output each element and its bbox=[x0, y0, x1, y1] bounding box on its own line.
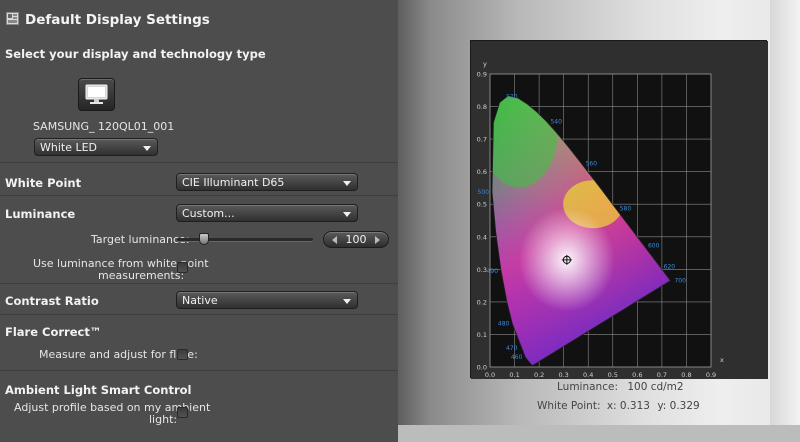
y-tick-label: 0.1 bbox=[477, 331, 487, 339]
chevron-down-icon bbox=[343, 212, 351, 217]
display-settings-icon bbox=[6, 12, 19, 25]
x-tick-label: 0.4 bbox=[583, 371, 593, 379]
y-tick-label: 0.8 bbox=[477, 103, 487, 111]
y-tick-label: 0.6 bbox=[477, 168, 487, 176]
increment-icon[interactable] bbox=[375, 236, 380, 244]
display-select-button[interactable] bbox=[78, 78, 115, 111]
wavelength-label: 490 bbox=[487, 268, 499, 275]
x-axis-label: x bbox=[720, 356, 724, 364]
wavelength-label: 540 bbox=[550, 119, 562, 126]
display-name: SAMSUNG_ bbox=[33, 120, 95, 133]
y-tick-label: 0.5 bbox=[477, 201, 487, 209]
y-tick-label: 0.7 bbox=[477, 136, 487, 144]
chromaticity-chart: 0.0 0.1 0.2 0.3 0.4 0.5 0.6 0.7 0.8 0.9 0.0 0.1 0.2 0… bbox=[470, 40, 768, 379]
x-tick-label: 0.7 bbox=[657, 371, 667, 379]
x-tick-label: 0.6 bbox=[632, 371, 642, 379]
x-tick-label: 0.0 bbox=[485, 371, 495, 379]
flare-measure-label: Measure and adjust for flare: bbox=[39, 348, 198, 361]
x-tick-label: 0.1 bbox=[509, 371, 519, 379]
panel-footer bbox=[398, 425, 800, 442]
ambient-adjust-label-2: light: bbox=[149, 413, 178, 426]
wavelength-label: 700 bbox=[674, 278, 686, 285]
decrement-icon[interactable] bbox=[332, 236, 337, 244]
contrast-label: Contrast Ratio bbox=[5, 294, 99, 308]
x-tick-label: 0.9 bbox=[706, 371, 716, 379]
y-tick-label: 0.2 bbox=[477, 298, 487, 306]
x-tick-label: 0.2 bbox=[534, 371, 544, 379]
x-tick-label: 0.8 bbox=[681, 371, 691, 379]
x-tick-label: 0.3 bbox=[558, 371, 568, 379]
monitor-icon bbox=[85, 84, 108, 104]
wavelength-label: 460 bbox=[511, 354, 523, 361]
divider bbox=[0, 370, 398, 371]
divider bbox=[0, 162, 398, 163]
y-tick-label: 0.0 bbox=[477, 364, 487, 372]
wavelength-label: 600 bbox=[648, 243, 660, 250]
divider bbox=[0, 314, 398, 315]
flare-label: Flare Correct™ bbox=[5, 325, 102, 339]
chart-white-point-y: y: 0.329 bbox=[657, 400, 700, 412]
use-measurements-label-2: measurements: bbox=[98, 269, 185, 282]
y-axis-label: y bbox=[483, 60, 487, 68]
luminance-value: Custom... bbox=[182, 207, 235, 220]
y-tick-label: 0.4 bbox=[477, 233, 487, 241]
luminance-dropdown[interactable]: Custom... bbox=[176, 204, 358, 222]
target-luminance-slider[interactable] bbox=[177, 238, 313, 241]
target-luminance-value: 100 bbox=[345, 233, 367, 246]
divider bbox=[0, 195, 398, 196]
luminance-label: Luminance bbox=[5, 207, 76, 221]
target-luminance-stepper[interactable]: 100 bbox=[323, 231, 389, 248]
white-point-label: White Point bbox=[5, 176, 82, 190]
display-model: 120QL01_001 bbox=[98, 120, 175, 133]
technology-dropdown[interactable]: White LED bbox=[34, 138, 158, 156]
chart-luminance-value: 100 cd/m2 bbox=[627, 381, 684, 393]
white-point-value: CIE Illuminant D65 bbox=[182, 176, 285, 189]
wavelength-label: 520 bbox=[506, 93, 518, 100]
chromaticity-diagram: 0.0 0.1 0.2 0.3 0.4 0.5 0.6 0.7 0.8 0.9 0.0 0.1 0.2 0… bbox=[471, 41, 768, 379]
y-tick-label: 0.9 bbox=[477, 71, 487, 79]
contrast-dropdown[interactable]: Native bbox=[176, 291, 358, 309]
divider bbox=[0, 283, 398, 284]
wavelength-label: 560 bbox=[586, 161, 598, 168]
target-luminance-label: Target luminance: bbox=[91, 233, 190, 246]
x-tick-label: 0.5 bbox=[608, 371, 618, 379]
chart-luminance-label: Luminance: bbox=[557, 381, 618, 393]
wavelength-label: 480 bbox=[498, 321, 510, 328]
panel-edge bbox=[770, 0, 800, 442]
chevron-down-icon bbox=[343, 181, 351, 186]
ambient-label: Ambient Light Smart Control bbox=[5, 383, 192, 397]
wavelength-label: 500 bbox=[478, 189, 490, 196]
use-measurements-checkbox[interactable] bbox=[177, 262, 188, 273]
wavelength-label: 620 bbox=[664, 264, 676, 271]
flare-checkbox[interactable] bbox=[177, 349, 188, 360]
display-section-title: Select your display and technology type bbox=[5, 47, 266, 61]
ambient-checkbox[interactable] bbox=[177, 407, 188, 418]
page-title: Default Display Settings bbox=[25, 12, 210, 28]
white-point-dropdown[interactable]: CIE Illuminant D65 bbox=[176, 173, 358, 191]
contrast-value: Native bbox=[182, 294, 218, 307]
technology-value: White LED bbox=[40, 141, 98, 154]
chart-white-point-x: x: 0.313 bbox=[606, 400, 650, 412]
y-tick-label: 0.3 bbox=[477, 266, 487, 274]
chart-white-point-label: White Point: bbox=[537, 400, 601, 412]
wavelength-label: 470 bbox=[506, 345, 518, 352]
slider-thumb[interactable] bbox=[199, 233, 210, 245]
chevron-down-icon bbox=[343, 299, 351, 304]
chevron-down-icon bbox=[143, 146, 151, 151]
wavelength-label: 580 bbox=[620, 205, 632, 212]
